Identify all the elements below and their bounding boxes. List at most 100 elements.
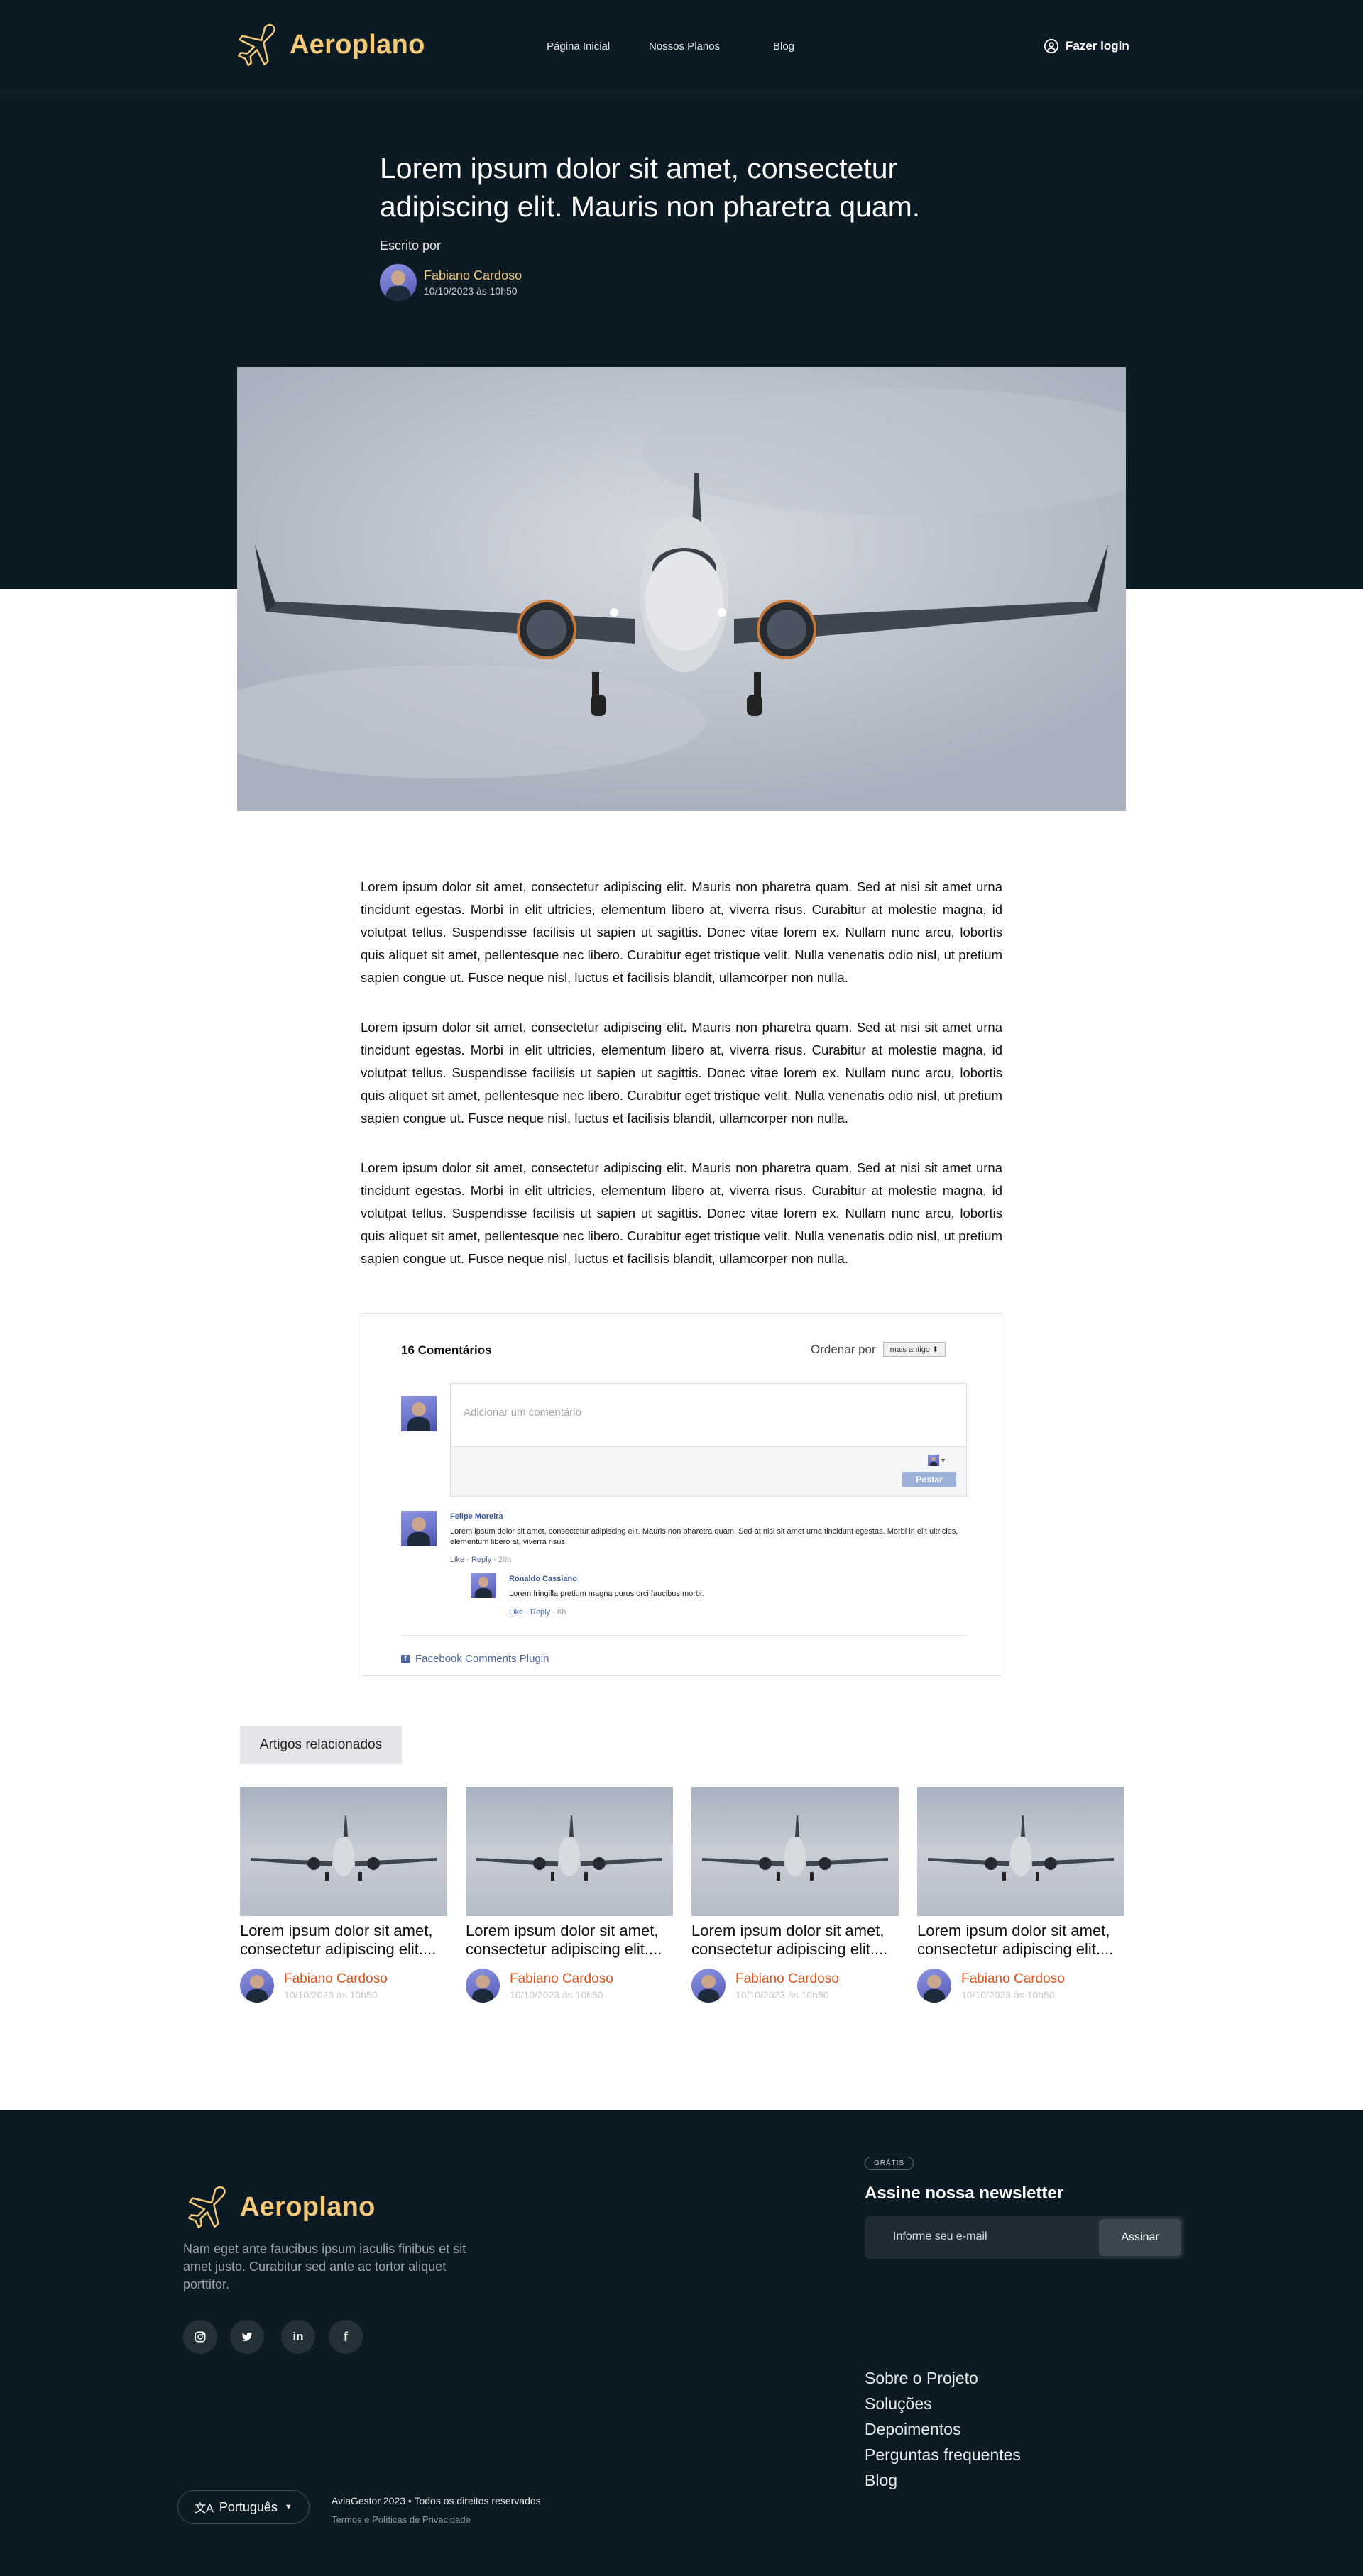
order-control: Ordenar por mais antigo ⬍	[811, 1342, 946, 1357]
nav-link-blog[interactable]: Blog	[773, 40, 794, 53]
language-label: Português	[219, 2499, 278, 2514]
newsletter-form: Informe seu e-mail Assinar	[865, 2216, 1184, 2259]
reply-link[interactable]: Reply	[530, 1608, 550, 1617]
instagram-button[interactable]	[183, 2320, 217, 2354]
login-label: Fazer login	[1066, 39, 1129, 53]
like-link[interactable]: Like	[450, 1556, 464, 1564]
author-name[interactable]: Fabiano Cardoso	[961, 1971, 1065, 1987]
related-card-author: Fabiano Cardoso 10/10/2023 às 10h50	[240, 1969, 447, 2003]
author-avatar	[466, 1969, 500, 2003]
related-card-image[interactable]	[917, 1787, 1124, 1916]
related-card[interactable]: Lorem ipsum dolor sit amet, consectetur …	[917, 1787, 1124, 2003]
subscribe-button[interactable]: Assinar	[1099, 2219, 1181, 2256]
article-author: Fabiano Cardoso 10/10/2023 às 10h50	[380, 264, 522, 301]
footer: Aeroplano Nam eget ante faucibus ipsum i…	[0, 2110, 1363, 2576]
footer-link-faq[interactable]: Perguntas frequentes	[865, 2442, 1021, 2467]
airplane-thumbnail	[928, 1815, 1114, 1881]
related-card-image[interactable]	[466, 1787, 673, 1916]
footer-brand-logo[interactable]: Aeroplano	[183, 2184, 376, 2230]
commenter-avatar[interactable]	[401, 1511, 437, 1546]
card-date: 10/10/2023 às 10h50	[735, 1988, 829, 2000]
author-name[interactable]: Fabiano Cardoso	[284, 1971, 388, 1987]
current-user-avatar	[401, 1396, 437, 1431]
twitter-icon	[241, 2332, 253, 2341]
newsletter-email-input[interactable]: Informe seu e-mail	[893, 2230, 987, 2243]
twitter-button[interactable]	[230, 2320, 264, 2354]
author-name[interactable]: Fabiano Cardoso	[424, 268, 522, 283]
language-selector[interactable]: 文A Português ▼	[177, 2490, 310, 2524]
facebook-plugin-link[interactable]: f Facebook Comments Plugin	[401, 1653, 549, 1665]
comments-widget: 16 Comentários Ordenar por mais antigo ⬍…	[361, 1313, 1002, 1676]
translate-icon: 文A	[195, 2503, 214, 2515]
author-name[interactable]: Fabiano Cardoso	[735, 1971, 839, 1987]
airplane-thumbnail	[702, 1815, 888, 1881]
login-button[interactable]: Fazer login	[1044, 38, 1129, 54]
article-paragraph: Lorem ipsum dolor sit amet, consectetur …	[361, 879, 1002, 985]
footer-link-testimonials[interactable]: Depoimentos	[865, 2416, 1021, 2442]
plugin-label: Facebook Comments Plugin	[415, 1653, 549, 1665]
footer-link-blog[interactable]: Blog	[865, 2467, 1021, 2493]
linkedin-button[interactable]: in	[281, 2320, 315, 2354]
divider	[401, 1635, 967, 1636]
facebook-icon: f	[344, 2329, 348, 2344]
airplane-logo-icon	[238, 23, 275, 67]
order-select[interactable]: mais antigo ⬍	[882, 1342, 946, 1357]
footer-brand-name: Aeroplano	[240, 2191, 376, 2222]
comment-actions: Like · Reply · 20h	[450, 1556, 512, 1564]
related-card-title[interactable]: Lorem ipsum dolor sit amet, consectetur …	[466, 1922, 673, 1959]
related-card[interactable]: Lorem ipsum dolor sit amet, consectetur …	[466, 1787, 673, 2003]
comment-time: 20h	[498, 1556, 512, 1564]
facebook-icon: f	[401, 1654, 410, 1663]
comment-author[interactable]: Felipe Moreira	[450, 1512, 503, 1521]
written-by-label: Escrito por	[380, 238, 442, 253]
related-card-title[interactable]: Lorem ipsum dolor sit amet, consectetur …	[917, 1922, 1124, 1959]
comment-time: 6h	[557, 1608, 566, 1617]
comment-input-box[interactable]: Adicionar um comentário ▼ Postar	[450, 1383, 967, 1497]
comment-toolbar: ▼ Postar	[451, 1446, 966, 1496]
airplane-logo-icon	[188, 2186, 226, 2229]
brand-name: Aeroplano	[290, 29, 425, 60]
terms-link[interactable]: Termos e Políticas de Privacidade	[332, 2514, 471, 2525]
comment-text: Lorem ipsum dolor sit amet, consectetur …	[450, 1527, 958, 1546]
footer-description: Nam eget ante faucibus ipsum iaculis fin…	[183, 2242, 466, 2291]
article-title: Lorem ipsum dolor sit amet, consectetur …	[380, 152, 921, 223]
related-card-title[interactable]: Lorem ipsum dolor sit amet, consectetur …	[691, 1922, 899, 1959]
related-card-image[interactable]	[240, 1787, 447, 1916]
author-avatar	[917, 1969, 951, 2003]
order-value: mais antigo	[889, 1345, 930, 1354]
author-name[interactable]: Fabiano Cardoso	[510, 1971, 613, 1987]
footer-link-solutions[interactable]: Soluções	[865, 2391, 1021, 2416]
reply-avatar[interactable]	[471, 1573, 496, 1598]
footer-links: Sobre o Projeto Soluções Depoimentos Per…	[865, 2365, 1021, 2493]
related-card-author: Fabiano Cardoso 10/10/2023 às 10h50	[466, 1969, 673, 2003]
post-as-avatar[interactable]	[928, 1455, 939, 1466]
related-card-image[interactable]	[691, 1787, 899, 1916]
reply-link[interactable]: Reply	[471, 1556, 491, 1564]
instagram-icon	[195, 2331, 206, 2343]
comment-input[interactable]: Adicionar um comentário	[464, 1407, 581, 1419]
facebook-button[interactable]: f	[329, 2320, 363, 2354]
airplane-thumbnail	[476, 1815, 662, 1881]
footer-link-about[interactable]: Sobre o Projeto	[865, 2365, 1021, 2391]
caret-down-icon[interactable]: ▼	[940, 1457, 946, 1464]
reply-author[interactable]: Ronaldo Cassiano	[509, 1575, 577, 1583]
user-circle-icon	[1044, 38, 1059, 54]
post-button[interactable]: Postar	[902, 1472, 956, 1487]
related-card[interactable]: Lorem ipsum dolor sit amet, consectetur …	[691, 1787, 899, 2003]
nav-link-plans[interactable]: Nossos Planos	[649, 40, 720, 53]
related-card-title[interactable]: Lorem ipsum dolor sit amet, consectetur …	[240, 1922, 447, 1959]
newsletter-title: Assine nossa newsletter	[865, 2184, 1064, 2203]
card-date: 10/10/2023 às 10h50	[510, 1988, 603, 2000]
order-label: Ordenar por	[811, 1342, 876, 1356]
brand-logo[interactable]: Aeroplano	[233, 21, 425, 68]
like-link[interactable]: Like	[509, 1608, 523, 1617]
nav-link-home[interactable]: Página Inicial	[547, 40, 610, 53]
article-hero-image	[237, 367, 1126, 811]
article-paragraph: Lorem ipsum dolor sit amet, consectetur …	[361, 1020, 1002, 1125]
reply-actions: Like · Reply · 6h	[509, 1608, 566, 1617]
comments-count: 16 Comentários	[401, 1343, 492, 1357]
linkedin-icon: in	[292, 2330, 304, 2343]
related-card-author: Fabiano Cardoso 10/10/2023 às 10h50	[917, 1969, 1124, 2003]
top-navbar: Aeroplano Página Inicial Nossos Planos B…	[0, 0, 1363, 94]
related-card[interactable]: Lorem ipsum dolor sit amet, consectetur …	[240, 1787, 447, 2003]
